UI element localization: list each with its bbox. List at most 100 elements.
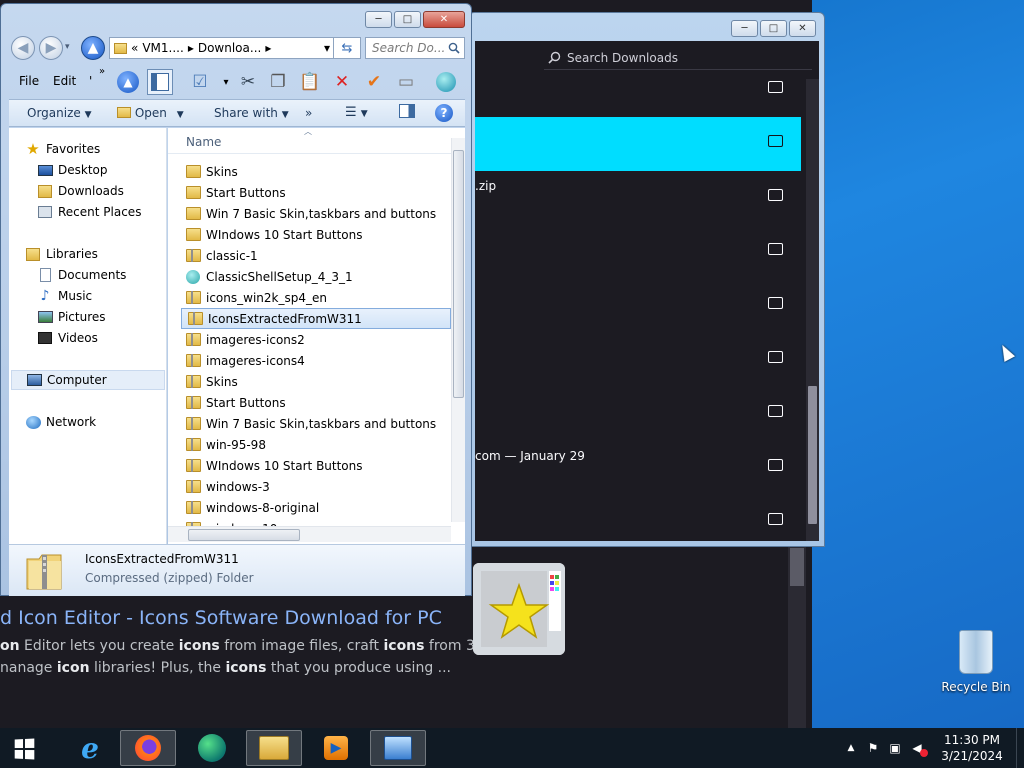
download-item[interactable] <box>475 333 801 387</box>
show-in-folder-icon[interactable] <box>768 135 783 147</box>
show-in-folder-icon[interactable] <box>768 459 783 471</box>
show-in-folder-icon[interactable] <box>768 297 783 309</box>
menu-edit[interactable]: Edit <box>53 74 76 88</box>
search-result-thumbnail[interactable] <box>473 563 565 655</box>
search-result-title[interactable]: d Icon Editor - Icons Software Download … <box>0 607 442 629</box>
file-row[interactable]: windows-8-original <box>180 497 450 518</box>
share-with-button[interactable]: Share with ▼ <box>214 106 289 120</box>
nav-network[interactable]: Network <box>25 412 182 432</box>
file-row[interactable]: WIndows 10 Start Buttons <box>180 224 450 245</box>
close-button[interactable]: ✕ <box>423 11 465 28</box>
file-row[interactable]: Start Buttons <box>180 182 450 203</box>
file-row[interactable]: ClassicShellSetup_4_3_1 <box>180 266 450 287</box>
tray-overflow-chevron[interactable]: ▲ <box>842 743 860 753</box>
show-in-folder-icon[interactable] <box>768 189 783 201</box>
volume-muted-icon[interactable]: ◀ <box>908 741 928 757</box>
file-row[interactable]: imageres-icons2 <box>180 329 450 350</box>
checkmark-icon[interactable]: ✔ <box>361 69 387 95</box>
file-row[interactable]: Start Buttons <box>180 392 450 413</box>
up-folder-icon[interactable]: ▲ <box>115 69 141 95</box>
recycle-bin[interactable]: Recycle Bin <box>940 630 1012 694</box>
view-options-icon[interactable]: ☰ ▼ <box>345 105 368 120</box>
menu-chevron[interactable]: » <box>99 66 105 77</box>
address-overflow-chevron[interactable]: « <box>131 41 138 55</box>
address-bar[interactable]: « VM1.... ▸ Downloa... ▸ ▾ <box>109 37 335 59</box>
file-row[interactable]: Win 7 Basic Skin,taskbars and buttons <box>180 413 450 434</box>
download-item[interactable] <box>475 79 801 117</box>
minimize-button[interactable]: ─ <box>365 11 392 28</box>
search-input[interactable]: Search Do... <box>365 37 465 59</box>
open-button[interactable]: Open ▼ <box>117 106 184 120</box>
file-list-horizontal-scrollbar-thumb[interactable] <box>188 529 300 541</box>
taskbar-firefox[interactable] <box>120 730 176 766</box>
show-in-folder-icon[interactable] <box>768 351 783 363</box>
file-row[interactable]: Skins <box>180 371 450 392</box>
preview-pane-icon[interactable] <box>399 104 415 121</box>
file-row[interactable]: classic-1 <box>180 245 450 266</box>
globe-icon[interactable] <box>433 69 459 95</box>
delete-icon[interactable]: ✕ <box>329 69 355 95</box>
address-dropdown-icon[interactable]: ▾ <box>324 41 330 55</box>
close-button[interactable]: ✕ <box>789 20 816 37</box>
forward-button[interactable]: ▶ <box>39 36 63 60</box>
properties-icon[interactable]: ☑ <box>187 69 213 95</box>
show-desktop-button[interactable] <box>1016 728 1024 768</box>
back-button[interactable]: ◀ <box>11 36 35 60</box>
download-item[interactable] <box>475 495 801 541</box>
maximize-button[interactable]: □ <box>760 20 787 37</box>
file-list-vertical-scrollbar-thumb[interactable] <box>453 150 464 398</box>
menu-overflow[interactable]: ' <box>89 74 92 88</box>
downloads-scrollbar-thumb[interactable] <box>808 386 817 524</box>
breadcrumb-vm1[interactable]: VM1.... <box>142 41 183 55</box>
taskbar-internet-explorer[interactable]: e <box>62 730 118 766</box>
file-row[interactable]: Skins <box>180 161 450 182</box>
download-item[interactable]: .zip <box>475 171 801 225</box>
file-row[interactable]: IconsExtractedFromW311 <box>181 308 451 329</box>
taskbar-media-player[interactable]: ▶ <box>308 730 364 766</box>
file-row[interactable]: WIndows 10 Start Buttons <box>180 455 450 476</box>
more-commands-chevron[interactable]: » <box>305 106 312 120</box>
download-item[interactable] <box>475 225 801 279</box>
show-in-folder-icon[interactable] <box>768 81 783 93</box>
nav-libraries[interactable]: Libraries <box>25 244 182 264</box>
download-item[interactable]: com — January 29 <box>475 441 801 495</box>
show-in-folder-icon[interactable] <box>768 513 783 525</box>
organize-button[interactable]: Organize ▼ <box>27 106 92 120</box>
action-center-flag-icon[interactable]: ⚑ <box>864 741 882 755</box>
file-row[interactable]: Win 7 Basic Skin,taskbars and buttons <box>180 203 450 224</box>
folders-pane-icon[interactable] <box>147 69 173 95</box>
file-row[interactable]: icons_win2k_sp4_en <box>180 287 450 308</box>
breadcrumb-separator[interactable]: ▸ <box>188 41 194 55</box>
recent-pages-chevron-icon[interactable]: ▾ <box>65 42 70 52</box>
taskbar-file-explorer[interactable] <box>246 730 302 766</box>
taskbar-edge[interactable] <box>184 730 240 766</box>
breadcrumb-downloads[interactable]: Downloa... <box>198 41 261 55</box>
clock[interactable]: 11:30 PM 3/21/2024 <box>936 732 1008 764</box>
download-item[interactable] <box>475 117 801 171</box>
help-button[interactable]: ? <box>435 104 453 122</box>
downloads-search-input[interactable]: Search Downloads <box>544 46 812 70</box>
maximize-button[interactable]: □ <box>394 11 421 28</box>
nav-favorites[interactable]: ★ Favorites <box>25 139 182 159</box>
up-button[interactable]: ▲ <box>81 36 105 60</box>
nav-computer[interactable]: Computer <box>11 370 165 390</box>
menu-file[interactable]: File <box>19 74 39 88</box>
network-icon[interactable]: ▣ <box>886 741 904 755</box>
rename-icon[interactable]: ▭ <box>393 69 419 95</box>
file-row[interactable]: windows-3 <box>180 476 450 497</box>
show-in-folder-icon[interactable] <box>768 405 783 417</box>
copy-icon[interactable]: ❐ <box>265 69 291 95</box>
start-button[interactable] <box>14 738 35 760</box>
minimize-button[interactable]: ─ <box>731 20 758 37</box>
file-row[interactable]: imageres-icons4 <box>180 350 450 371</box>
breadcrumb-separator[interactable]: ▸ <box>265 41 271 55</box>
paste-icon[interactable]: 📋 <box>297 69 323 95</box>
download-item[interactable] <box>475 387 801 441</box>
refresh-button[interactable]: ⇆ <box>333 37 361 59</box>
column-header-name[interactable]: Name <box>186 135 221 149</box>
browser-scrollbar-thumb[interactable] <box>790 548 804 586</box>
cut-icon[interactable]: ✂ <box>235 69 261 95</box>
download-item[interactable] <box>475 279 801 333</box>
taskbar-control-panel[interactable] <box>370 730 426 766</box>
file-row[interactable]: win-95-98 <box>180 434 450 455</box>
